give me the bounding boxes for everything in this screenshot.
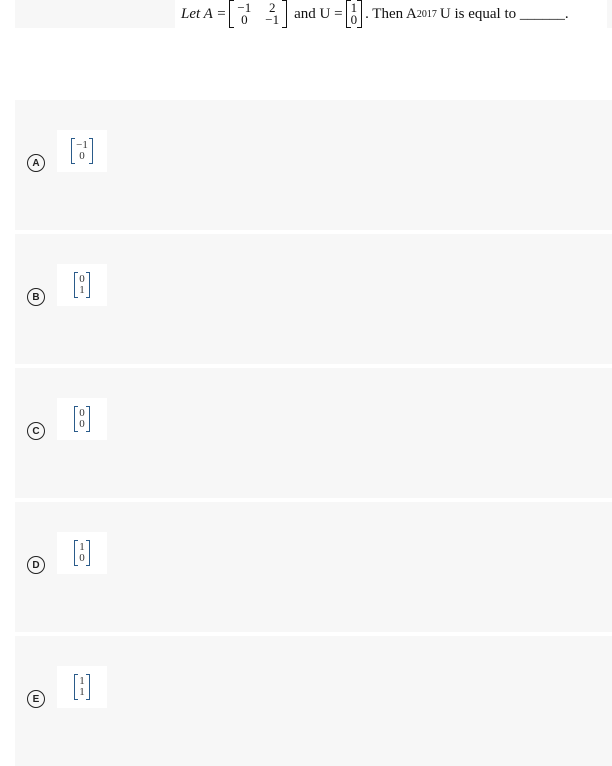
option-e[interactable]: E 11	[15, 636, 612, 766]
option-vector-image: 01	[57, 264, 107, 306]
question-suffix: . Then A	[365, 5, 417, 22]
vector-cell: 1	[79, 686, 85, 698]
matrix-a: −1 0 2 −1	[229, 0, 288, 28]
option-a[interactable]: A −1 0	[15, 100, 612, 230]
vector-u: 10	[345, 0, 363, 28]
option-vector-image: 11	[57, 666, 107, 708]
matrix-cell: 0	[241, 12, 248, 27]
question-panel: Let A = −1 0 2 −1 and U = 10 . Then A 2017 …	[15, 0, 612, 28]
option-letter-circle[interactable]: C	[27, 422, 45, 440]
option-vector-image: −1 0	[57, 130, 107, 172]
vector-cell: 0	[79, 150, 85, 162]
option-letter-circle[interactable]: B	[27, 288, 45, 306]
question-prefix: Let A =	[181, 5, 227, 22]
vector-cell: 0	[79, 418, 85, 430]
option-letter-circle[interactable]: D	[27, 556, 45, 574]
vector-cell: 0	[79, 552, 85, 564]
question-mid: and U =	[294, 5, 343, 22]
option-d[interactable]: D 10	[15, 502, 612, 632]
exponent: 2017	[416, 8, 437, 20]
vector-cell: 1	[79, 284, 85, 296]
option-vector-image: 00	[57, 398, 107, 440]
option-letter-circle[interactable]: A	[27, 154, 45, 172]
question-text: Let A = −1 0 2 −1 and U = 10 . Then A 2017 …	[175, 0, 607, 28]
option-c[interactable]: C 00	[15, 368, 612, 498]
option-vector-image: 10	[57, 532, 107, 574]
option-letter-circle[interactable]: E	[27, 690, 45, 708]
matrix-cell: −1	[265, 12, 280, 27]
option-b[interactable]: B 01	[15, 234, 612, 364]
question-suffix2: U is equal to ______.	[439, 5, 569, 22]
